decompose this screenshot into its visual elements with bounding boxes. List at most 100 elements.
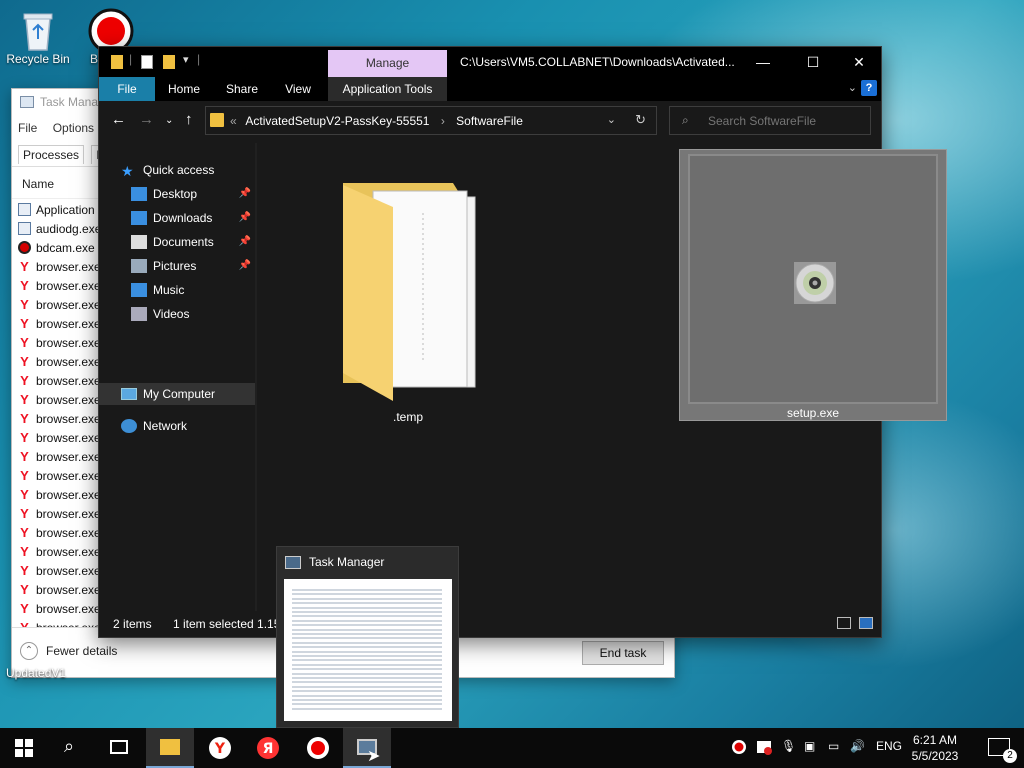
tab-view[interactable]: View bbox=[275, 77, 321, 101]
breadcrumb-overflow[interactable]: « bbox=[230, 114, 237, 128]
nav-item-documents[interactable]: Documents 📌 bbox=[99, 231, 255, 253]
taskbar-task-manager[interactable]: ➤ bbox=[343, 728, 391, 768]
pin-icon[interactable]: 📌 bbox=[239, 236, 251, 247]
fewer-details-button[interactable]: ⌃ Fewer details bbox=[20, 642, 117, 660]
task-view-button[interactable] bbox=[96, 728, 144, 768]
thumbnail-row bbox=[292, 597, 442, 600]
details-view-icon[interactable] bbox=[837, 617, 851, 629]
pin-icon[interactable]: 📌 bbox=[239, 260, 251, 271]
recent-locations-icon[interactable]: ⌄ bbox=[165, 115, 173, 126]
explorer-titlebar: | ▾ | Manage C:\Users\VM5.COLLABNET\Down… bbox=[99, 47, 881, 77]
yandex-browser-icon: Y bbox=[20, 525, 29, 540]
volume-icon[interactable]: 🔊 bbox=[850, 739, 865, 753]
chevron-down-icon[interactable]: ⌄ bbox=[607, 113, 616, 126]
thumbnail-row bbox=[292, 602, 442, 605]
thumbnail-row bbox=[292, 650, 442, 653]
close-icon[interactable]: ✕ bbox=[836, 47, 882, 77]
process-name: browser.exe bbox=[36, 297, 101, 312]
tab-application-tools[interactable]: Application Tools bbox=[328, 77, 447, 101]
file-item-setup-exe[interactable]: setup.exe bbox=[679, 149, 947, 421]
nav-item-videos[interactable]: Videos bbox=[99, 303, 255, 325]
tab-file[interactable]: File bbox=[99, 77, 155, 101]
taskbar-yandex[interactable]: Я bbox=[244, 728, 292, 768]
start-button[interactable] bbox=[0, 728, 48, 768]
yandex-browser-icon: Y bbox=[20, 563, 29, 578]
large-icons-view-icon[interactable] bbox=[859, 617, 873, 629]
properties-icon[interactable] bbox=[141, 55, 153, 69]
thumbnail-row bbox=[292, 659, 442, 662]
documents-icon bbox=[131, 235, 147, 249]
tab-processes[interactable]: Processes bbox=[18, 145, 85, 164]
pin-icon[interactable]: 📌 bbox=[239, 212, 251, 223]
taskbar-file-explorer[interactable] bbox=[146, 728, 194, 768]
folder-icon bbox=[111, 55, 123, 69]
nav-item-pictures[interactable]: Pictures 📌 bbox=[99, 255, 255, 277]
clock[interactable]: 6:21 AM 5/5/2023 bbox=[900, 732, 970, 764]
nav-item-music[interactable]: Music bbox=[99, 279, 255, 301]
notification-center-icon[interactable]: 2 bbox=[988, 738, 1017, 763]
breadcrumb-item[interactable]: ActivatedSetupV2-PassKey-55551 bbox=[245, 114, 429, 128]
maximize-icon[interactable]: ☐ bbox=[790, 47, 836, 77]
search-button[interactable]: ⌕ bbox=[48, 728, 96, 768]
refresh-icon[interactable]: ↻ bbox=[635, 112, 646, 128]
desktop-icon-recycle-bin[interactable]: Recycle Bin bbox=[0, 8, 76, 66]
yandex-browser-icon: Y bbox=[20, 506, 29, 521]
file-name: setup.exe bbox=[786, 406, 840, 420]
search-input[interactable] bbox=[708, 112, 858, 130]
microphone-icon[interactable]: 🎙 bbox=[781, 739, 796, 753]
task-manager-icon bbox=[20, 96, 34, 108]
minimize-icon[interactable]: — bbox=[740, 47, 786, 77]
bandicam-tray-icon[interactable] bbox=[731, 739, 747, 758]
nav-label: Documents bbox=[153, 235, 214, 249]
nav-item-desktop[interactable]: Desktop 📌 bbox=[99, 183, 255, 205]
network-icon bbox=[121, 419, 137, 433]
menu-options[interactable]: Options bbox=[53, 121, 94, 135]
breadcrumb-item[interactable]: SoftwareFile bbox=[456, 114, 523, 128]
pin-icon[interactable]: 📌 bbox=[239, 188, 251, 199]
thumbnail-row bbox=[292, 677, 442, 679]
task-manager-icon bbox=[285, 555, 301, 569]
search-icon: ⌕ bbox=[682, 113, 689, 127]
new-folder-icon[interactable] bbox=[163, 55, 175, 69]
search-box[interactable]: ⌕ bbox=[669, 106, 871, 135]
up-arrow-icon[interactable]: ↑ bbox=[185, 111, 193, 128]
address-bar[interactable]: « ActivatedSetupV2-PassKey-55551 › Softw… bbox=[205, 106, 657, 135]
help-icon[interactable]: ? bbox=[861, 80, 877, 96]
thumbnail-row bbox=[292, 646, 442, 649]
tab-manage[interactable]: Manage bbox=[328, 50, 447, 77]
back-arrow-icon[interactable]: ← bbox=[111, 111, 126, 128]
customize-qat-icon[interactable]: ▾ bbox=[183, 53, 189, 71]
menu-file[interactable]: File bbox=[18, 121, 37, 135]
nav-quick-access[interactable]: ★ Quick access bbox=[99, 159, 255, 181]
nav-item-downloads[interactable]: Downloads 📌 bbox=[99, 207, 255, 229]
process-name: browser.exe bbox=[36, 487, 101, 502]
svg-text:Y: Y bbox=[214, 741, 226, 757]
taskbar: ⌕ Y Я ➤ 🎙 ▣ ▭ 🔊 ENG 6:21 AM 5/5/2023 2 bbox=[0, 728, 1024, 768]
file-item-folder[interactable]: .temp bbox=[303, 173, 513, 473]
file-name: .temp bbox=[392, 410, 423, 424]
application-icon bbox=[18, 222, 31, 235]
yandex-browser-icon: Y bbox=[20, 544, 29, 559]
yandex-browser-icon: Y bbox=[20, 297, 29, 312]
security-tray-icon[interactable] bbox=[756, 739, 772, 758]
expand-ribbon-icon[interactable]: ⌄ bbox=[848, 81, 857, 94]
tab-share[interactable]: Share bbox=[219, 77, 265, 101]
language-indicator[interactable]: ENG bbox=[876, 739, 902, 753]
nav-network[interactable]: Network bbox=[99, 415, 255, 437]
downloads-icon bbox=[131, 211, 147, 225]
taskbar-bandicam[interactable] bbox=[294, 728, 342, 768]
nav-label: Quick access bbox=[143, 163, 215, 177]
nav-my-computer[interactable]: My Computer bbox=[99, 383, 255, 405]
end-task-button[interactable]: End task bbox=[582, 641, 664, 665]
navigation-bar: ← → ⌄ ↑ « ActivatedSetupV2-PassKey-55551… bbox=[99, 101, 881, 143]
display-tray-icon[interactable]: ▣ bbox=[804, 739, 815, 753]
process-name: browser.exe bbox=[36, 354, 101, 369]
taskbar-yandex-browser[interactable]: Y bbox=[196, 728, 244, 768]
network-tray-icon[interactable]: ▭ bbox=[828, 739, 839, 753]
forward-arrow-icon[interactable]: → bbox=[139, 111, 154, 128]
tab-home[interactable]: Home bbox=[159, 77, 209, 101]
yandex-browser-icon: Y bbox=[20, 335, 29, 350]
file-explorer-window[interactable]: | ▾ | Manage C:\Users\VM5.COLLABNET\Down… bbox=[98, 46, 947, 638]
taskbar-thumbnail[interactable]: Task Manager bbox=[276, 546, 459, 728]
bandicam-icon bbox=[307, 737, 329, 759]
